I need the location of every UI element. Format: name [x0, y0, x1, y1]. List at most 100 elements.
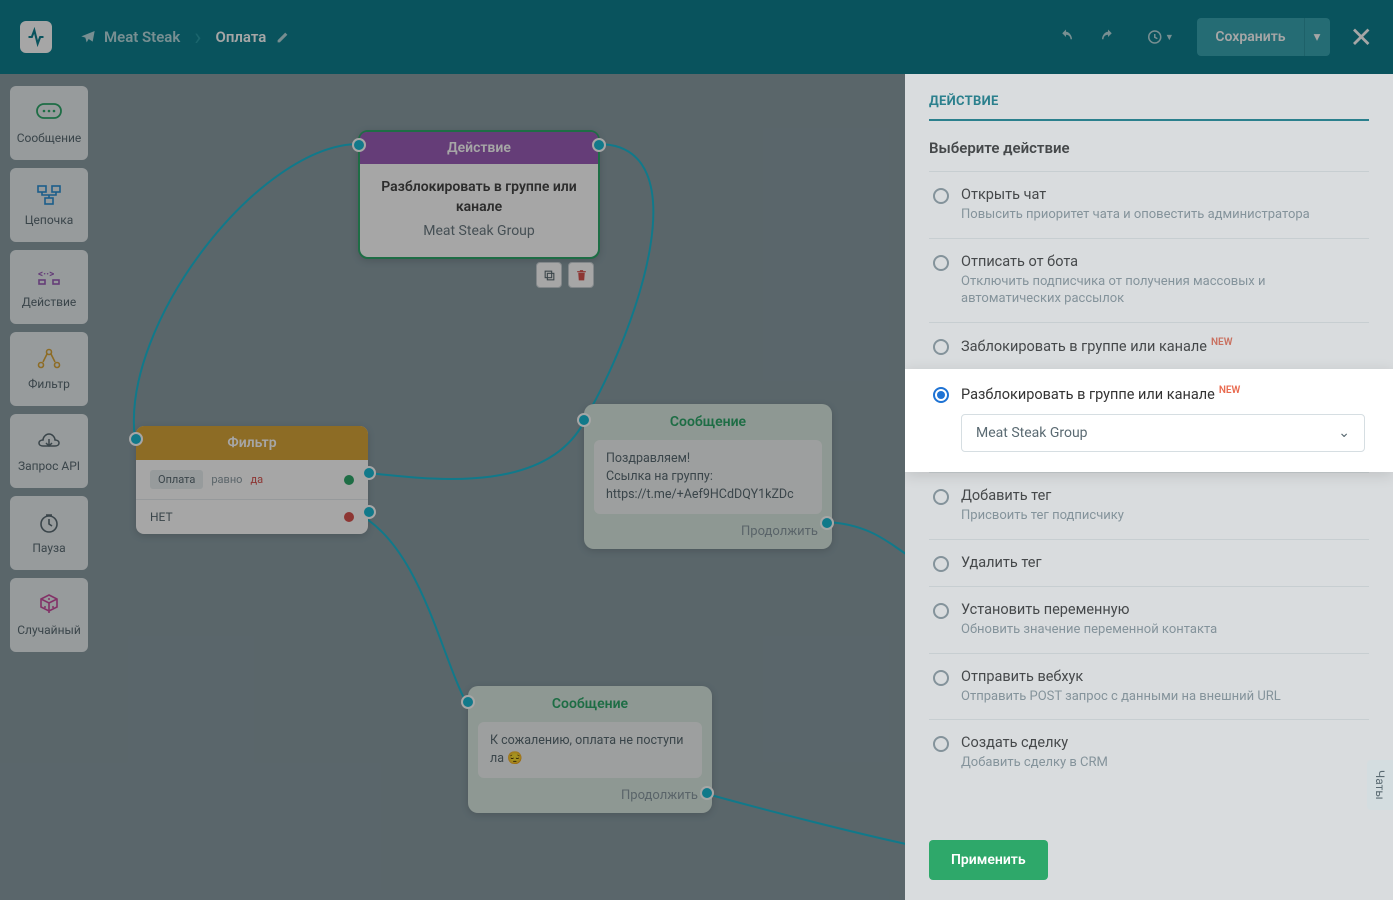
node-filter[interactable]: Фильтр Оплата равно да НЕТ	[136, 426, 368, 534]
action-option[interactable]: Удалить тег	[929, 539, 1369, 586]
message-body: Поздравляем! Ссылка на группу: https://t…	[594, 440, 822, 514]
node-message-success[interactable]: Сообщение Поздравляем! Ссылка на группу:…	[584, 404, 832, 549]
apply-button[interactable]: Применить	[929, 840, 1048, 880]
port[interactable]	[352, 138, 366, 152]
save-button[interactable]: Сохранить	[1197, 18, 1303, 56]
action-option[interactable]: Открыть чатПовысить приоритет чата и опо…	[929, 171, 1369, 238]
action-option[interactable]: Заблокировать в группе или каналеNEW	[929, 322, 1369, 369]
option-title: Добавить тег	[961, 487, 1365, 504]
chats-tab[interactable]: Чаты	[1367, 760, 1393, 810]
option-title: Удалить тег	[961, 554, 1365, 571]
branch-dot-no	[344, 512, 354, 522]
port[interactable]	[820, 516, 834, 530]
bot-name[interactable]: Meat Steak	[80, 28, 180, 46]
port[interactable]	[362, 466, 376, 480]
group-select[interactable]: Meat Steak Group⌄	[961, 414, 1365, 452]
bot-name-text: Meat Steak	[104, 28, 180, 46]
message-continue[interactable]: Продолжить	[468, 784, 712, 813]
action-config-panel: ДЕЙСТВИЕ Выберите действие Открыть чатПо…	[905, 74, 1393, 900]
history-button[interactable]: ▼	[1131, 18, 1187, 56]
tool-label: Действие	[22, 295, 77, 309]
tool-action[interactable]: <··> Действие	[10, 250, 88, 324]
filter-op: равно	[211, 473, 242, 486]
radio-button[interactable]	[933, 670, 949, 686]
node-action[interactable]: Действие Разблокировать в группе или кан…	[358, 130, 600, 259]
filter-field: Оплата	[150, 470, 203, 489]
branch-dot-yes	[344, 475, 354, 485]
radio-button[interactable]	[933, 556, 949, 572]
radio-button[interactable]	[933, 603, 949, 619]
action-option[interactable]: Разблокировать в группе или каналеNEW Mea…	[905, 369, 1393, 473]
option-title: Создать сделку	[961, 734, 1365, 751]
option-desc: Добавить сделку в CRM	[961, 754, 1365, 772]
port[interactable]	[461, 695, 475, 709]
node-message-fail[interactable]: Сообщение К сожалению, оплата не поступи…	[468, 686, 712, 813]
option-title: Отправить вебхук	[961, 668, 1365, 685]
tool-random[interactable]: Случайный	[10, 578, 88, 652]
radio-button[interactable]	[933, 255, 949, 271]
new-badge: NEW	[1211, 337, 1233, 348]
tool-api[interactable]: Запрос API	[10, 414, 88, 488]
option-desc: Присвоить тег подписчику	[961, 507, 1365, 525]
node-action-sub: Meat Steak Group	[376, 223, 582, 239]
node-header: Сообщение	[584, 404, 832, 440]
option-title: Разблокировать в группе или каналеNEW	[961, 385, 1365, 403]
node-action-title: Разблокировать в группе или канале	[376, 178, 582, 217]
header: Meat Steak › Оплата ▼ Сохранить ▾ ✕	[0, 0, 1393, 74]
close-button[interactable]: ✕	[1350, 21, 1373, 54]
tool-filter[interactable]: Фильтр	[10, 332, 88, 406]
telegram-icon	[80, 29, 96, 45]
svg-text:<··>: <··>	[38, 269, 54, 280]
action-option[interactable]: Отправить вебхук Отправить POST запрос с …	[929, 653, 1369, 720]
option-title: Заблокировать в группе или каналеNEW	[961, 337, 1365, 355]
toolbox: Сообщение Цепочка <··> Действие Фильтр За…	[10, 86, 88, 652]
port[interactable]	[577, 413, 591, 427]
filter-else-row[interactable]: НЕТ	[136, 500, 368, 534]
node-header: Фильтр	[136, 426, 368, 460]
tool-message[interactable]: Сообщение	[10, 86, 88, 160]
tool-label: Фильтр	[28, 377, 70, 391]
panel-title: ДЕЙСТВИЕ	[929, 94, 1369, 121]
redo-button[interactable]	[1089, 18, 1127, 56]
port[interactable]	[129, 432, 143, 446]
app-logo[interactable]	[20, 21, 52, 53]
tool-pause[interactable]: Пауза	[10, 496, 88, 570]
tool-label: Пауза	[32, 541, 65, 555]
port[interactable]	[592, 138, 606, 152]
radio-button[interactable]	[933, 339, 949, 355]
tool-label: Цепочка	[25, 213, 73, 227]
filter-else-label: НЕТ	[150, 510, 173, 524]
action-option[interactable]: Добавить тег Присвоить тег подписчику	[929, 472, 1369, 539]
radio-button[interactable]	[933, 736, 949, 752]
radio-button[interactable]	[933, 489, 949, 505]
action-option[interactable]: Отписать от ботаОтключить подписчика от …	[929, 238, 1369, 322]
node-tools	[536, 262, 594, 288]
save-dropdown-button[interactable]: ▾	[1304, 18, 1330, 56]
option-desc: Отправить POST запрос с данными на внешн…	[961, 688, 1365, 706]
option-title: Установить переменную	[961, 601, 1365, 618]
port[interactable]	[362, 505, 376, 519]
delete-node-button[interactable]	[568, 262, 594, 288]
undo-button[interactable]	[1047, 18, 1085, 56]
action-options-list: Открыть чатПовысить приоритет чата и опо…	[929, 171, 1369, 786]
duplicate-node-button[interactable]	[536, 262, 562, 288]
tool-chain[interactable]: Цепочка	[10, 168, 88, 242]
filter-condition-row[interactable]: Оплата равно да	[136, 460, 368, 500]
tool-label: Случайный	[17, 623, 81, 637]
radio-button[interactable]	[933, 387, 949, 403]
port[interactable]	[700, 786, 714, 800]
action-option[interactable]: Установить переменнуюОбновить значение п…	[929, 586, 1369, 653]
panel-subtitle: Выберите действие	[929, 139, 1369, 157]
breadcrumb-separator: ›	[194, 23, 201, 51]
action-option[interactable]: Создать сделку Добавить сделку в CRM	[929, 719, 1369, 786]
edit-icon	[276, 31, 289, 44]
message-body: К сожалению, оплата не поступила 😔	[478, 722, 702, 778]
message-continue[interactable]: Продолжить	[584, 520, 832, 549]
tool-label: Сообщение	[17, 131, 82, 145]
node-header: Сообщение	[468, 686, 712, 722]
chevron-down-icon: ⌄	[1338, 425, 1350, 441]
page-title[interactable]: Оплата	[215, 28, 289, 46]
page-title-text: Оплата	[215, 28, 266, 46]
radio-button[interactable]	[933, 188, 949, 204]
option-desc: Отключить подписчика от получения массов…	[961, 273, 1365, 308]
